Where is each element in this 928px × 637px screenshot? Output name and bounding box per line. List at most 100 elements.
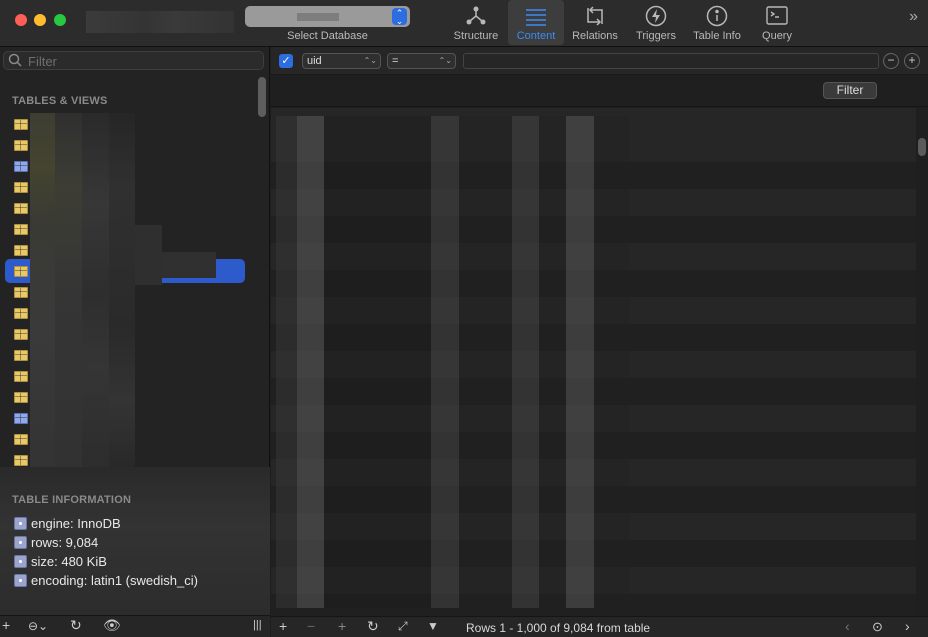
redacted-column — [459, 116, 512, 608]
info-icon — [706, 5, 728, 27]
table-icon[interactable] — [14, 287, 28, 298]
database-select-label: Select Database — [287, 30, 368, 42]
table-icon[interactable] — [14, 371, 28, 382]
eye-icon[interactable]: 👁 — [103, 617, 121, 634]
tables-list — [0, 113, 256, 467]
redacted-column — [431, 116, 459, 608]
triggers-button[interactable]: Triggers — [628, 0, 684, 45]
redacted-column — [566, 116, 594, 608]
select-stepper-icon: ⌃ ⌄ — [392, 8, 407, 26]
info-bullet-icon — [14, 517, 27, 530]
content-area: ✓ uid ⌃⌄ = ⌃⌄ − + Filter + − + ↻ ⤢ ▼ Row… — [271, 47, 928, 637]
table-icon[interactable] — [14, 350, 28, 361]
structure-button[interactable]: Structure — [446, 0, 506, 45]
info-engine-text: engine: InnoDB — [31, 516, 121, 531]
filter-field-value: uid — [307, 55, 322, 67]
info-encoding: encoding: latin1 (swedish_ci) — [14, 573, 198, 588]
info-size: size: 480 KiB — [14, 554, 107, 569]
sidebar-bottom-bar: + ⊖⌄ ↻ 👁 ||| — [0, 615, 270, 637]
refresh-icon[interactable]: ↻ — [70, 617, 82, 634]
triggers-icon — [645, 5, 667, 27]
info-engine: engine: InnoDB — [14, 516, 121, 531]
database-select[interactable]: ⌃ ⌄ — [245, 6, 410, 27]
query-label: Query — [762, 30, 792, 42]
filter-enabled-checkbox[interactable]: ✓ — [279, 54, 293, 68]
content-icon — [526, 9, 546, 26]
filter-value-input[interactable] — [463, 53, 879, 69]
redacted-column — [539, 116, 566, 608]
sidebar: Filter TABLES & VIEWS TABLE INFORMATION … — [0, 47, 270, 637]
minimize-window-button[interactable] — [34, 14, 46, 26]
info-bullet-icon — [14, 574, 27, 587]
table-icon[interactable] — [14, 245, 28, 256]
table-icon[interactable] — [14, 329, 28, 340]
table-icon[interactable] — [14, 392, 28, 403]
table-icon[interactable] — [14, 119, 28, 130]
info-bullet-icon — [14, 555, 27, 568]
pagination-options-icon[interactable]: ⊙ — [872, 619, 883, 635]
selected-database-redacted — [297, 13, 339, 21]
table-icon-selected[interactable] — [14, 266, 28, 277]
filter-button-row: Filter — [271, 76, 928, 107]
data-grid[interactable] — [271, 108, 928, 616]
add-table-icon[interactable]: + — [2, 617, 10, 633]
table-info-button[interactable]: Table Info — [686, 0, 748, 45]
redacted-column — [324, 116, 431, 608]
resize-handle-icon[interactable]: ||| — [253, 619, 262, 631]
table-icon[interactable] — [14, 455, 28, 466]
more-options-icon[interactable]: ⊖⌄ — [28, 619, 48, 633]
filter-field-select[interactable]: uid ⌃⌄ — [302, 53, 381, 69]
expand-icon[interactable]: ⤢ — [398, 619, 408, 634]
select-arrows-icon: ⌃⌄ — [363, 56, 377, 65]
triggers-label: Triggers — [636, 30, 676, 42]
info-encoding-text: encoding: latin1 (swedish_ci) — [31, 573, 198, 588]
add-rule-button[interactable]: + — [904, 53, 920, 69]
refresh-icon[interactable]: ↻ — [367, 618, 379, 635]
close-window-button[interactable] — [15, 14, 27, 26]
view-icon[interactable] — [14, 413, 28, 424]
info-size-text: size: 480 KiB — [31, 554, 107, 569]
remove-rule-button[interactable]: − — [883, 53, 899, 69]
query-button[interactable]: Query — [750, 0, 804, 45]
window-title-redacted — [86, 11, 234, 33]
relations-icon — [587, 6, 603, 26]
structure-icon — [466, 6, 486, 25]
table-icon[interactable] — [14, 224, 28, 235]
table-info-label: Table Info — [693, 30, 741, 42]
search-icon — [8, 53, 22, 67]
filter-placeholder: Filter — [28, 54, 57, 69]
add-row-icon[interactable]: + — [279, 618, 287, 634]
sidebar-scrollbar[interactable] — [258, 77, 266, 117]
info-rows: rows: 9,084 — [14, 535, 98, 550]
table-icon[interactable] — [14, 140, 28, 151]
rule-filter-bar: ✓ uid ⌃⌄ = ⌃⌄ − + — [271, 47, 928, 75]
grid-scrollbar[interactable] — [918, 138, 926, 156]
info-rows-text: rows: 9,084 — [31, 535, 99, 550]
relations-button[interactable]: Relations — [566, 0, 624, 45]
delete-row-icon[interactable]: − — [307, 618, 315, 634]
table-icon[interactable] — [14, 203, 28, 214]
apply-filter-button[interactable]: Filter — [823, 82, 877, 99]
content-bottom-bar: + − + ↻ ⤢ ▼ Rows 1 - 1,000 of 9,084 from… — [271, 616, 928, 637]
zoom-window-button[interactable] — [54, 14, 66, 26]
duplicate-row-icon[interactable]: + — [338, 618, 346, 634]
table-icon[interactable] — [14, 434, 28, 445]
tables-views-header: TABLES & VIEWS — [12, 95, 108, 107]
relations-label: Relations — [572, 30, 618, 42]
filter-funnel-icon[interactable]: ▼ — [427, 619, 439, 633]
filter-operator-select[interactable]: = ⌃⌄ — [387, 53, 456, 69]
previous-page-icon[interactable]: ‹ — [845, 618, 850, 634]
table-icon[interactable] — [14, 308, 28, 319]
table-icon[interactable] — [14, 182, 28, 193]
double-chevron-right-icon[interactable]: » — [909, 8, 918, 26]
redacted-column — [276, 116, 297, 608]
filter-operator-value: = — [392, 55, 399, 67]
content-button[interactable]: Content — [508, 0, 564, 45]
next-page-icon[interactable]: › — [905, 618, 910, 634]
window-toolbar: ⌃ ⌄ Select Database Structure Content Rel… — [0, 0, 928, 47]
view-icon[interactable] — [14, 161, 28, 172]
select-arrows-icon: ⌃⌄ — [438, 56, 452, 65]
redacted-column — [594, 116, 629, 608]
sidebar-filter-input[interactable]: Filter — [3, 51, 264, 70]
info-bullet-icon — [14, 536, 27, 549]
